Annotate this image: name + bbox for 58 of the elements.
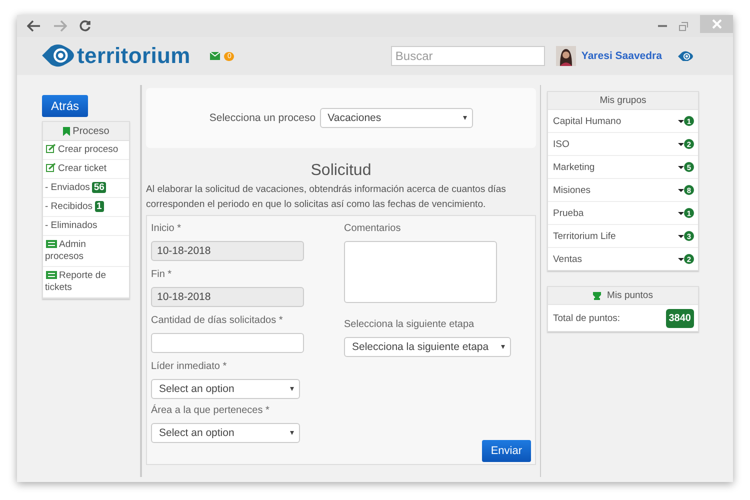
menu-item[interactable]: - Eliminados xyxy=(43,217,129,236)
menu-item[interactable]: - Enviados 56 xyxy=(43,179,129,198)
form-title: Solicitud xyxy=(310,162,372,180)
field-label: Inicio * xyxy=(151,223,182,235)
caret-icon xyxy=(462,116,467,120)
field-label: Selecciona un proceso xyxy=(209,112,316,124)
list-icon xyxy=(46,240,57,248)
eye-icon xyxy=(678,50,693,62)
forward-icon xyxy=(53,20,67,32)
user-name[interactable]: Yaresi Saavedra xyxy=(581,50,662,62)
field-label: Selecciona la siguiente etapa xyxy=(344,319,476,331)
select-field[interactable]: Selecciona la siguiente etapa xyxy=(344,337,511,357)
date-field: 10-18-2018 xyxy=(151,287,304,307)
menu-item[interactable]: Crear ticket xyxy=(43,160,129,179)
close-icon xyxy=(712,19,722,29)
menu-item[interactable]: Reporte de tickets xyxy=(43,267,129,298)
restore-icon xyxy=(679,22,688,30)
select-field[interactable]: Select an option xyxy=(151,379,300,399)
logo-text: territorium xyxy=(77,43,190,69)
back-icon xyxy=(27,20,41,32)
reload-icon xyxy=(79,20,91,32)
list-icon xyxy=(46,271,57,279)
points-badge: 3840 xyxy=(666,308,694,328)
count-badge: 1 xyxy=(94,201,104,212)
bookmark-icon xyxy=(62,126,70,136)
process-select[interactable]: Vacaciones xyxy=(320,108,473,128)
form-description: Al elaborar la solicitud de vacaciones, obtendrás información acerca de cuantos días corresponden el periodo en que lo solicitas así como las fechas de vencimiento. xyxy=(146,183,507,212)
menu-item[interactable]: Admin procesos xyxy=(43,236,129,267)
input-field[interactable] xyxy=(151,333,304,353)
trophy-icon xyxy=(593,292,602,300)
search-field[interactable]: Buscar xyxy=(391,46,546,66)
edit-icon xyxy=(46,144,56,153)
select-field[interactable]: Select an option xyxy=(151,423,300,443)
caret-icon xyxy=(290,387,294,391)
caret-icon xyxy=(501,345,505,349)
minimize-icon xyxy=(658,25,667,27)
panel-title: Mis puntos xyxy=(607,290,653,301)
field-label: Cantidad de días solicitados * xyxy=(151,315,284,327)
date-field: 10-18-2018 xyxy=(151,241,304,261)
panel-title: Mis grupos xyxy=(600,95,646,106)
edit-icon xyxy=(46,163,56,172)
field-label: Fin * xyxy=(151,269,173,281)
menu-item[interactable]: Crear proceso xyxy=(43,141,129,160)
field-label: Comentarios xyxy=(344,223,402,235)
menu-title: Proceso xyxy=(72,126,110,136)
eye-logo-icon xyxy=(42,44,74,68)
send-button[interactable]: Enviar xyxy=(482,440,531,462)
field-label: Área a la que perteneces * xyxy=(151,405,270,417)
points-label: Total de puntos: xyxy=(553,312,622,324)
field-label: Líder inmediato * xyxy=(151,361,228,373)
count-badge: 56 xyxy=(92,182,106,193)
caret-icon xyxy=(290,431,294,435)
mail-icon xyxy=(210,52,220,60)
avatar xyxy=(556,46,576,66)
menu-item[interactable]: - Recibidos 1 xyxy=(43,198,129,217)
back-button[interactable]: Atrás xyxy=(42,95,88,117)
comment-field[interactable] xyxy=(344,241,497,303)
close-button[interactable] xyxy=(700,15,733,33)
